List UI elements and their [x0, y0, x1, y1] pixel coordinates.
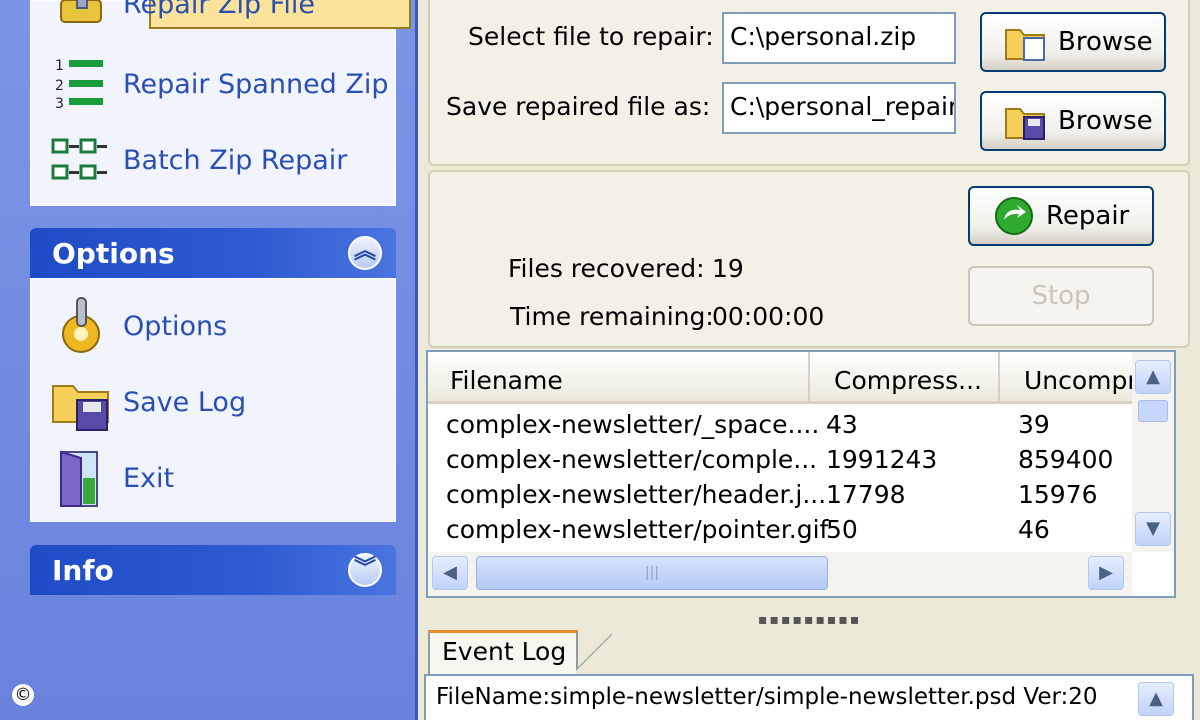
task-label: Options [123, 311, 228, 342]
save-folder-icon [1005, 108, 1045, 140]
column-header-filename[interactable]: Filename [428, 352, 810, 404]
horizontal-scrollbar[interactable]: ◀ ||| ▶ [428, 552, 1132, 596]
table-row[interactable]: complex-newsletter/header.j... 17798 159… [428, 480, 1128, 515]
select-file-input[interactable]: C:\personal.zip [722, 12, 956, 64]
main-area: Select file to repair: C:\personal.zip B… [418, 0, 1200, 720]
select-file-label: Select file to repair: [468, 22, 714, 51]
scroll-right-icon[interactable]: ▶ [1088, 556, 1124, 590]
task-label: Batch Zip Repair [123, 145, 348, 176]
batch-repair-icon [51, 138, 107, 180]
task-sidebar: Repair Zip File 1 2 3 Repair Spanned Zip [0, 0, 418, 720]
task-label: Save Log [123, 387, 247, 418]
splitter-grip[interactable]: ▪▪▪▪▪▪▪▪▪ [758, 612, 861, 628]
exit-door-icon [60, 450, 98, 507]
save-log-icon [52, 385, 109, 431]
repair-button[interactable]: Repair [968, 186, 1154, 246]
expand-chevron-down-icon[interactable]: ︾ [348, 553, 382, 587]
svg-text:2: 2 [55, 78, 64, 94]
options-panel-title: Options [52, 237, 175, 270]
event-log-line: FileName:simple-newsletter/simple-newsle… [436, 684, 1098, 710]
task-repair-spanned-zip[interactable]: 1 2 3 Repair Spanned Zip [31, 55, 395, 115]
cell-uncompressed: 15976 [1018, 480, 1098, 509]
copyright-badge: © [12, 684, 34, 706]
svg-text:1: 1 [55, 58, 64, 74]
vertical-scrollbar[interactable]: ▲ ▼ [1132, 352, 1174, 552]
cell-filename: complex-newsletter/pointer.gif [446, 515, 829, 544]
options-panel-header[interactable]: Options ︽ [30, 228, 396, 278]
horizontal-scroll-thumb[interactable]: ||| [476, 556, 828, 590]
spanned-zip-icon: 1 2 3 [55, 58, 103, 112]
table-row[interactable]: complex-newsletter/_space.... 43 39 [428, 410, 1128, 445]
task-label: Repair Zip File [123, 0, 315, 20]
tab-edge [576, 630, 612, 674]
save-as-label: Save repaired file as: [446, 92, 711, 121]
stop-label: Stop [1031, 281, 1091, 311]
files-recovered-label: Files recovered: [508, 254, 705, 283]
exit-item[interactable]: Exit [31, 449, 395, 509]
cell-filename: complex-newsletter/header.j... [446, 480, 827, 509]
file-selection-group: Select file to repair: C:\personal.zip B… [428, 0, 1190, 166]
browse-target-button[interactable]: Browse [980, 91, 1166, 151]
info-panel-header[interactable]: Info ︾ [30, 545, 396, 595]
column-header-compressed[interactable]: Compress... [810, 352, 1000, 404]
cell-uncompressed: 859400 [1018, 445, 1114, 474]
cell-compressed: 43 [826, 410, 858, 439]
cell-filename: complex-newsletter/comple... [446, 445, 818, 474]
scroll-up-icon[interactable]: ▲ [1138, 682, 1174, 716]
task-label: Exit [123, 463, 175, 494]
recovered-files-list[interactable]: Filename Compress... Uncompr complex-new… [426, 350, 1176, 598]
task-batch-zip-repair[interactable]: Batch Zip Repair [31, 131, 395, 191]
cell-compressed: 1991243 [826, 445, 938, 474]
time-remaining-label: Time remaining: [510, 302, 714, 331]
options-item[interactable]: Options [31, 297, 395, 357]
task-repair-zip-file[interactable]: Repair Zip File [31, 0, 395, 41]
save-as-input[interactable]: C:\personal_repair [722, 82, 956, 134]
cell-filename: complex-newsletter/_space.... [446, 410, 820, 439]
cell-compressed: 17798 [826, 480, 906, 509]
browse-label: Browse [1058, 106, 1153, 136]
files-recovered-value: 19 [712, 254, 744, 283]
tab-event-log[interactable]: Event Log [428, 630, 578, 674]
cell-uncompressed: 46 [1018, 515, 1050, 544]
repair-zip-icon [60, 0, 102, 23]
repair-go-icon [995, 197, 1033, 235]
browse-source-button[interactable]: Browse [980, 12, 1166, 72]
column-header-uncompressed[interactable]: Uncompr [1000, 352, 1132, 404]
collapse-chevron-up-icon[interactable]: ︽ [348, 236, 382, 270]
scroll-left-icon[interactable]: ◀ [432, 556, 468, 590]
repair-label: Repair [1046, 201, 1130, 231]
gear-icon [62, 297, 100, 353]
scroll-down-icon[interactable]: ▼ [1135, 512, 1171, 546]
info-panel-title: Info [52, 554, 114, 587]
task-label: Repair Spanned Zip [123, 69, 389, 100]
svg-text:3: 3 [55, 96, 64, 112]
table-row[interactable]: complex-newsletter/comple... 1991243 859… [428, 445, 1128, 480]
time-remaining-value: 00:00:00 [712, 302, 825, 331]
vertical-scroll-thumb[interactable] [1138, 400, 1168, 422]
scroll-up-icon[interactable]: ▲ [1135, 360, 1171, 394]
options-panel: Options Save Log Exit [30, 278, 396, 522]
tasks-panel: Repair Zip File 1 2 3 Repair Spanned Zip [30, 0, 411, 206]
cell-compressed: 50 [826, 515, 858, 544]
stop-button[interactable]: Stop [968, 266, 1154, 326]
event-log-text: FileName:simple-newsletter/simple-newsle… [424, 674, 1194, 720]
open-folder-icon [1005, 29, 1045, 61]
save-log-item[interactable]: Save Log [31, 373, 395, 433]
cell-uncompressed: 39 [1018, 410, 1050, 439]
browse-label: Browse [1058, 27, 1153, 57]
table-row[interactable]: complex-newsletter/pointer.gif 50 46 [428, 515, 1128, 550]
